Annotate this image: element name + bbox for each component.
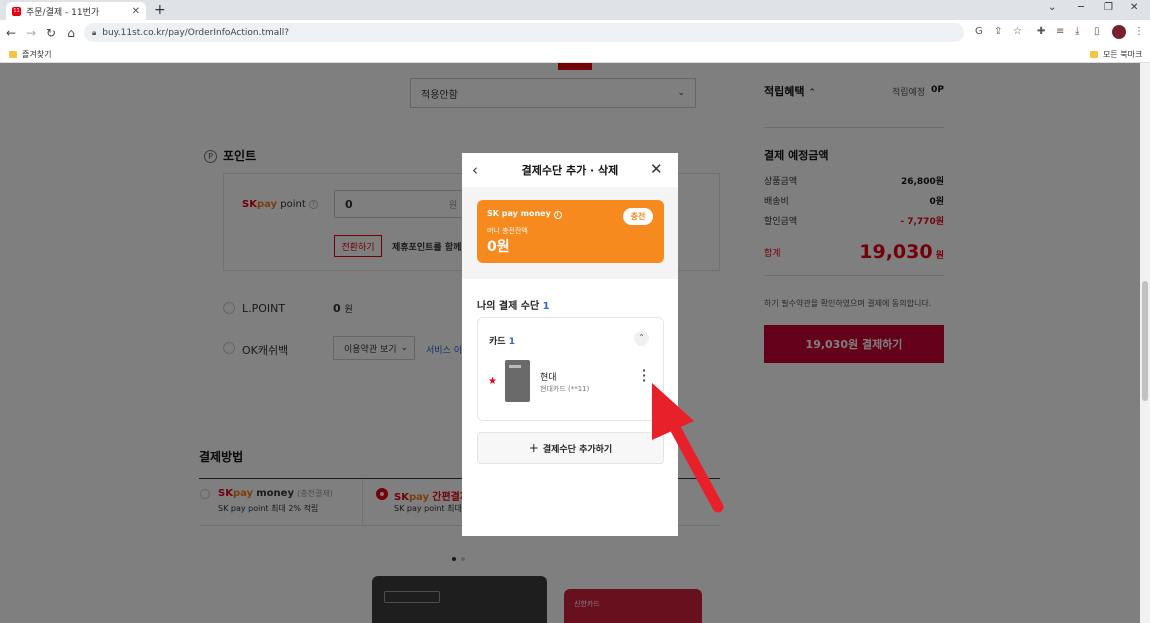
scrollbar-thumb[interactable] <box>1142 281 1148 401</box>
browser-tab[interactable]: 11 주문/결제 - 11번가 ✕ <box>6 2 146 20</box>
info-icon[interactable]: i <box>553 211 562 219</box>
sidepanel-icon[interactable]: ▯ <box>1094 26 1100 37</box>
window-close-icon[interactable]: ✕ <box>1130 2 1138 13</box>
annotation-arrow-icon <box>652 383 724 513</box>
card-section-title: 카드 1 <box>489 337 515 347</box>
forward-icon[interactable]: → <box>22 26 40 40</box>
home-icon[interactable]: ⌂ <box>62 26 80 40</box>
card-name: 현대 <box>540 373 557 383</box>
google-icon[interactable]: G <box>975 26 983 37</box>
scrollbar[interactable] <box>1140 63 1150 623</box>
lock-icon[interactable]: 🔒︎ <box>92 28 96 38</box>
balance-label: 머니 충전잔액 <box>487 227 528 235</box>
charge-button[interactable]: 충전 <box>623 208 653 225</box>
address-bar: ← → ↻ ⌂ 🔒︎ buy.11st.co.kr/pay/OrderInfoA… <box>0 20 1150 45</box>
close-icon[interactable]: ✕ <box>132 6 140 17</box>
tab-title: 주문/결제 - 11번가 <box>26 7 100 18</box>
extensions-icon[interactable]: ✚ <box>1037 26 1045 37</box>
reading-list-icon[interactable]: ≡ <box>1056 26 1064 37</box>
plus-icon: + <box>528 441 539 455</box>
download-icon[interactable]: ⤓ <box>1075 26 1079 37</box>
my-methods-title: 나의 결제 수단 1 <box>477 301 550 312</box>
menu-icon[interactable]: ⋮ <box>1134 26 1144 37</box>
chevron-up-icon[interactable]: ⌃ <box>634 331 649 346</box>
folder-icon <box>1090 51 1098 58</box>
back-icon[interactable]: ← <box>2 26 20 40</box>
card-section: 카드 1 ⌃ ★ 현대 현대카드 (**11) · · · <box>477 317 664 421</box>
folder-icon <box>9 51 17 58</box>
star-icon: ★ <box>488 376 497 387</box>
favicon-icon: 11 <box>12 6 21 16</box>
bookmarks-bar: 즐겨찾기 모든 북마크 <box>0 45 1150 63</box>
minimize-icon[interactable]: ─ <box>1078 2 1084 13</box>
bookmark-all[interactable]: 모든 북마크 <box>1090 49 1142 60</box>
avatar[interactable] <box>1112 25 1126 39</box>
skpay-money-card[interactable]: SK pay money i 충전 머니 충전잔액 0원 <box>477 200 664 263</box>
close-icon[interactable]: ✕ <box>650 160 663 178</box>
url-input[interactable]: 🔒︎ buy.11st.co.kr/pay/OrderInfoAction.tm… <box>84 23 964 42</box>
new-tab-icon[interactable]: + <box>154 2 166 18</box>
card-number: 현대카드 (**11) <box>540 385 590 393</box>
browser-tabbar: 11 주문/결제 - 11번가 ✕ + ⌄ ─ ❐ ✕ <box>0 0 1150 20</box>
modal-title: 결제수단 추가 · 삭제 <box>521 164 619 177</box>
modal-header: ‹ 결제수단 추가 · 삭제 ✕ <box>462 153 678 187</box>
star-icon[interactable]: ☆ <box>1013 26 1022 37</box>
card-thumbnail <box>505 360 530 402</box>
share-icon[interactable]: ⇪ <box>994 26 1002 37</box>
url-text: buy.11st.co.kr/pay/OrderInfoAction.tmall… <box>102 27 290 38</box>
restore-icon[interactable]: ❐ <box>1104 2 1113 13</box>
money-brand: SK pay money i <box>487 209 562 219</box>
chevron-down-icon[interactable]: ⌄ <box>1048 2 1056 13</box>
add-payment-method-button[interactable]: + 결제수단 추가하기 <box>477 432 664 464</box>
balance-value: 0원 <box>487 239 510 255</box>
bookmark-favorites[interactable]: 즐겨찾기 <box>9 49 51 60</box>
back-icon[interactable]: ‹ <box>472 161 478 179</box>
reload-icon[interactable]: ↻ <box>42 26 60 40</box>
